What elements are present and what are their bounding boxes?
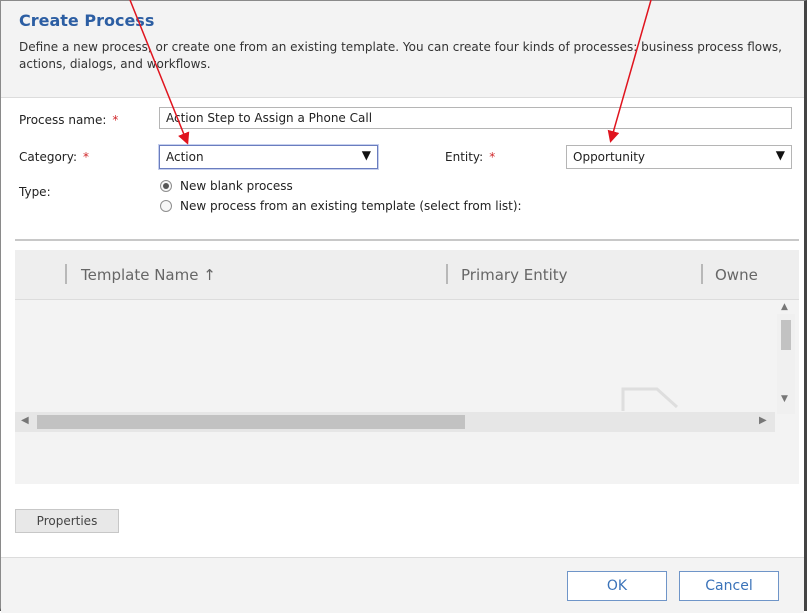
scroll-up-icon[interactable]: ▲ (781, 302, 788, 312)
grid-body (15, 300, 799, 482)
create-process-dialog: Create Process Define a new process, or … (0, 0, 807, 613)
process-name-label: Process name: * (19, 113, 119, 127)
cancel-button[interactable]: Cancel (679, 571, 779, 601)
category-selected-value: Action (166, 150, 204, 164)
template-grid: Template Name ↑ Primary Entity Owne ▲ ▼ (15, 250, 799, 484)
required-marker: * (489, 150, 496, 164)
ok-button[interactable]: OK (567, 571, 667, 601)
chevron-down-icon: ▼ (361, 148, 371, 162)
column-separator[interactable] (701, 264, 703, 284)
radio-from-template[interactable]: New process from an existing template (s… (160, 199, 522, 213)
category-label: Category: * (19, 150, 89, 164)
horizontal-scroll-thumb[interactable] (37, 415, 465, 429)
radio-new-blank-process[interactable]: New blank process (160, 179, 293, 193)
divider (15, 239, 799, 241)
grid-header: Template Name ↑ Primary Entity Owne (15, 250, 799, 300)
properties-button[interactable]: Properties (15, 509, 119, 533)
column-separator[interactable] (65, 264, 67, 284)
entity-select[interactable]: Opportunity ▼ (566, 145, 792, 169)
dialog-header: Create Process Define a new process, or … (1, 1, 804, 98)
process-name-input[interactable]: Action Step to Assign a Phone Call (159, 107, 792, 129)
scroll-down-icon[interactable]: ▼ (781, 394, 788, 404)
vertical-scrollbar[interactable]: ▲ ▼ (777, 302, 795, 414)
radio-button-checked[interactable] (160, 180, 172, 192)
dialog-footer: OK Cancel (1, 557, 804, 613)
radio-label: New process from an existing template (s… (180, 199, 522, 213)
column-header-template-name[interactable]: Template Name ↑ (81, 266, 216, 284)
dialog-description: Define a new process, or create one from… (19, 40, 782, 71)
category-select[interactable]: Action ▼ (159, 145, 378, 169)
column-header-owner[interactable]: Owne (715, 266, 758, 284)
required-marker: * (82, 150, 89, 164)
radio-button[interactable] (160, 200, 172, 212)
type-label: Type: (19, 185, 51, 199)
column-separator[interactable] (446, 264, 448, 284)
dialog-title: Create Process (19, 11, 155, 30)
vertical-scroll-thumb[interactable] (781, 320, 791, 350)
entity-selected-value: Opportunity (573, 150, 646, 164)
entity-label: Entity: * (445, 150, 496, 164)
chevron-down-icon: ▼ (775, 148, 785, 162)
scroll-left-icon[interactable]: ◀ (21, 415, 29, 426)
empty-grid-icon (621, 387, 679, 411)
radio-label: New blank process (180, 179, 293, 193)
column-header-primary-entity[interactable]: Primary Entity (461, 266, 568, 284)
horizontal-scrollbar[interactable]: ◀ ▶ (15, 412, 775, 432)
scroll-right-icon[interactable]: ▶ (759, 415, 767, 426)
required-marker: * (112, 113, 119, 127)
